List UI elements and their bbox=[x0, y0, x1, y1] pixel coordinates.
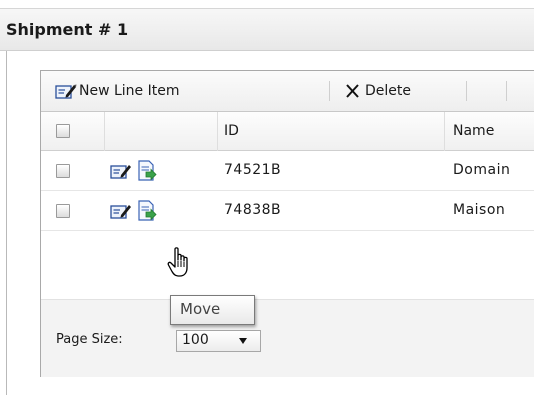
new-line-item-label: New Line Item bbox=[79, 83, 180, 99]
toolbar-separator bbox=[329, 81, 330, 101]
column-separator bbox=[217, 112, 218, 151]
toolbar-separator bbox=[506, 81, 507, 101]
row-id: 74521B bbox=[224, 162, 282, 178]
tooltip-text: Move bbox=[180, 300, 221, 318]
select-all-checkbox[interactable] bbox=[56, 124, 70, 138]
row-name: Domain bbox=[453, 162, 511, 178]
name-column-header[interactable]: Name bbox=[453, 123, 494, 139]
edit-pencil-icon bbox=[55, 84, 77, 99]
row-checkbox[interactable] bbox=[56, 204, 70, 218]
edit-icon[interactable] bbox=[110, 202, 132, 220]
table-row: 74838B Maison bbox=[41, 191, 534, 231]
chevron-down-icon bbox=[239, 338, 247, 344]
delete-label: Delete bbox=[365, 83, 411, 99]
column-separator bbox=[444, 112, 445, 151]
pager-bar: Page Size: 100 bbox=[41, 299, 534, 377]
move-tooltip: Move bbox=[170, 295, 255, 325]
grid-toolbar: New Line Item Delete bbox=[41, 71, 534, 112]
hand-cursor-icon bbox=[167, 247, 188, 277]
table-row: 74521B Domain bbox=[41, 151, 534, 191]
delete-button[interactable]: Delete bbox=[345, 71, 411, 111]
toolbar-separator bbox=[466, 81, 467, 101]
panel-border bbox=[6, 51, 7, 395]
page-size-select[interactable]: 100 bbox=[176, 330, 261, 352]
row-name: Maison bbox=[453, 202, 506, 218]
line-items-grid: New Line Item Delete ID Name 74521B Doma… bbox=[40, 70, 534, 377]
grid-header-row: ID Name bbox=[41, 112, 534, 151]
id-column-header[interactable]: ID bbox=[224, 123, 239, 139]
shipment-title: Shipment # 1 bbox=[6, 20, 129, 39]
row-checkbox[interactable] bbox=[56, 164, 70, 178]
edit-icon[interactable] bbox=[110, 162, 132, 180]
new-line-item-button[interactable]: New Line Item bbox=[55, 71, 179, 111]
move-icon[interactable] bbox=[137, 160, 157, 182]
row-id: 74838B bbox=[224, 202, 282, 218]
page-size-label: Page Size: bbox=[56, 332, 123, 347]
shipment-header: Shipment # 1 bbox=[0, 9, 534, 51]
move-icon[interactable] bbox=[137, 200, 157, 222]
x-icon bbox=[346, 84, 359, 98]
page-size-value: 100 bbox=[182, 332, 209, 348]
column-separator bbox=[104, 112, 105, 151]
